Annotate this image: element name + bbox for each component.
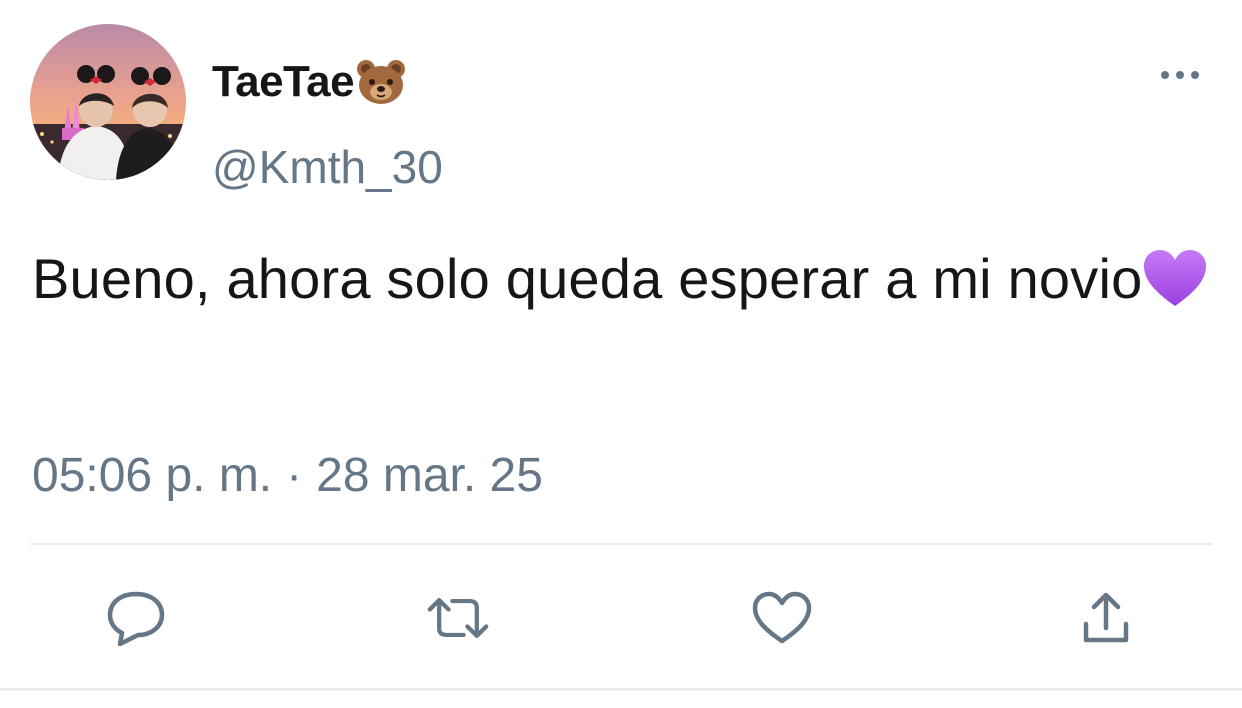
display-name[interactable]: TaeTae	[212, 56, 406, 108]
tweet-timestamp[interactable]: 05:06 p. m. · 28 mar. 25	[32, 448, 543, 503]
avatar-image	[30, 24, 186, 180]
share-button[interactable]	[1074, 586, 1138, 650]
retweet-button[interactable]	[426, 586, 490, 650]
tweet-date: 28 mar. 25	[316, 449, 543, 502]
display-name-text: TaeTae	[212, 57, 355, 106]
like-icon	[752, 591, 812, 644]
tweet-text: Bueno, ahora solo queda esperar a mi nov…	[32, 236, 1222, 322]
avatar[interactable]	[30, 24, 186, 180]
user-handle[interactable]: @Kmth_30	[212, 140, 443, 194]
bottom-divider	[0, 688, 1242, 691]
purple-heart-emoji	[1142, 246, 1208, 306]
retweet-icon	[427, 598, 489, 638]
more-options-icon	[1161, 71, 1199, 79]
tweet-time: 05:06 p. m.	[32, 449, 273, 502]
share-icon	[1083, 592, 1129, 643]
like-button[interactable]	[750, 586, 814, 650]
tweet-text-content: Bueno, ahora solo queda esperar a mi nov…	[32, 247, 1143, 310]
reply-icon	[107, 591, 165, 646]
reply-button[interactable]	[104, 586, 168, 650]
bear-face-emoji	[356, 59, 406, 105]
divider	[30, 543, 1212, 545]
meta-separator: ·	[286, 449, 303, 502]
more-options-button[interactable]	[1152, 58, 1208, 92]
